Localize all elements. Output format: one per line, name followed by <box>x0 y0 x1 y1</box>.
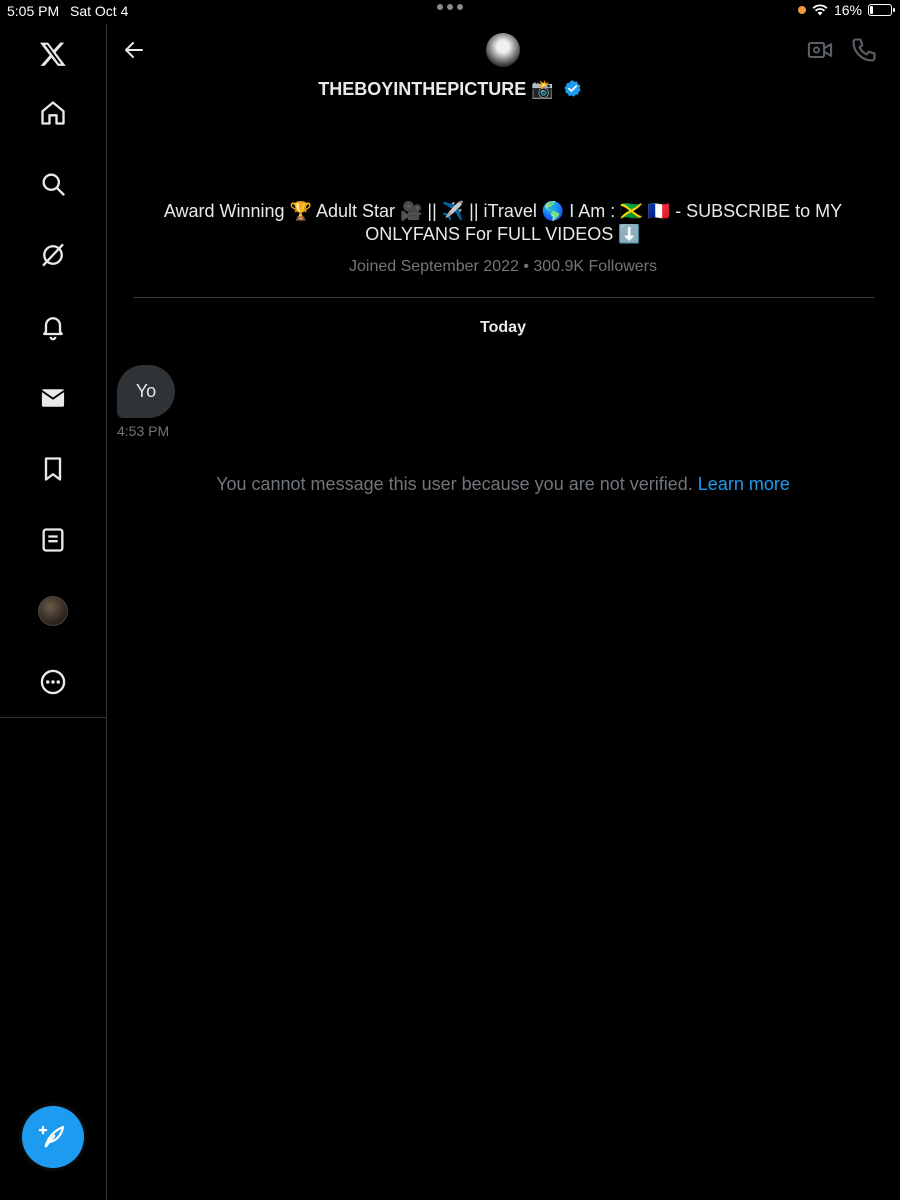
phone-icon <box>852 38 876 62</box>
sidebar-item-explore[interactable] <box>29 160 77 208</box>
battery-icon <box>868 4 895 16</box>
video-call-button[interactable] <box>806 36 834 64</box>
message-timestamp: 4:53 PM <box>117 423 170 439</box>
status-time: 5:05 PM <box>7 3 60 19</box>
display-name: THEBOYINTHEPICTURE 📸 <box>318 79 554 99</box>
video-camera-icon <box>807 41 833 59</box>
search-icon <box>42 173 65 196</box>
bookmark-icon <box>44 457 62 481</box>
wifi-icon <box>812 4 828 16</box>
back-arrow-icon <box>125 42 143 58</box>
home-icon <box>41 101 65 125</box>
sidebar-item-lists[interactable] <box>29 516 77 564</box>
notice-text: You cannot message this user because you… <box>216 474 693 494</box>
sidebar-item-bookmarks[interactable] <box>29 445 77 493</box>
back-button[interactable] <box>118 34 150 66</box>
sidebar-item-profile[interactable] <box>29 587 77 635</box>
section-divider <box>134 297 874 298</box>
x-logo-icon <box>39 42 66 66</box>
conversation-header[interactable]: THEBOYINTHEPICTURE 📸 <box>0 79 900 103</box>
verified-badge-icon <box>563 79 582 103</box>
list-document-icon <box>42 528 64 552</box>
bell-icon <box>43 317 63 341</box>
conversation-avatar[interactable] <box>486 33 520 67</box>
profile-bio: Award Winning 🏆 Adult Star 🎥 || ✈️ || iT… <box>163 201 843 244</box>
sidebar-item-messages[interactable] <box>29 374 77 422</box>
profile-meta: Joined September 2022 • 300.9K Followers <box>348 258 657 275</box>
status-date: Sat Oct 4 <box>70 3 129 19</box>
compose-button[interactable] <box>22 1106 84 1168</box>
avatar <box>38 596 68 626</box>
multitasking-dots-icon[interactable] <box>437 4 463 10</box>
battery-percent: 16% <box>833 2 862 18</box>
mic-indicator-icon <box>797 6 806 14</box>
slash-circle-icon <box>42 243 64 267</box>
message-text: Yo <box>135 381 157 401</box>
phone-call-button[interactable] <box>850 36 878 64</box>
day-separator: Today <box>480 319 526 336</box>
sidebar-item-more[interactable] <box>29 658 77 706</box>
compose-feather-icon <box>38 1125 65 1148</box>
envelope-icon <box>41 389 65 407</box>
more-circle-icon <box>40 669 66 695</box>
learn-more-link[interactable]: Learn more <box>698 474 790 494</box>
sidebar-divider <box>0 717 106 718</box>
restriction-notice: You cannot message this user because you… <box>130 474 876 495</box>
sidebar-item-grok[interactable] <box>29 231 77 279</box>
status-bar: 5:05 PM Sat Oct 4 16% <box>0 0 900 24</box>
message-bubble[interactable]: Yo <box>117 365 175 418</box>
sidebar <box>0 24 107 1200</box>
sidebar-item-notifications[interactable] <box>29 303 77 351</box>
x-logo-icon[interactable] <box>29 30 77 78</box>
